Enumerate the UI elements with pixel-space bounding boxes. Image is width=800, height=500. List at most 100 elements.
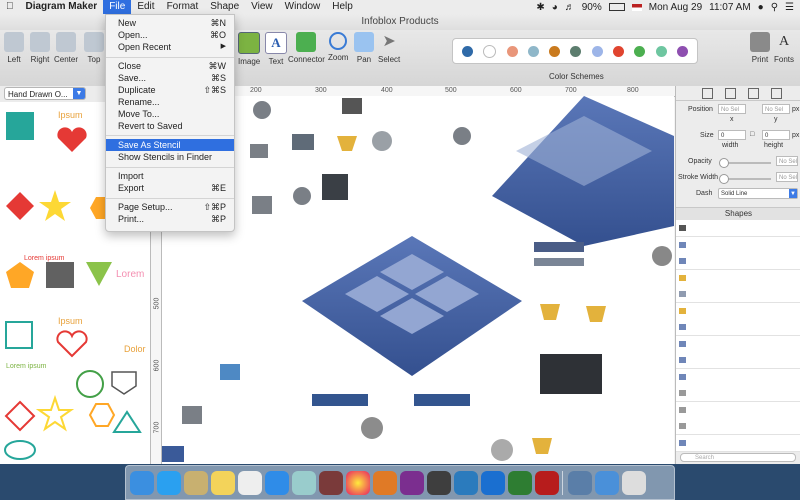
user-icon[interactable]: ● [758, 2, 764, 13]
stencil-select[interactable]: Hand Drawn O... ▼ [4, 87, 86, 100]
tab-fill-icon[interactable] [748, 87, 759, 99]
network-app-icon[interactable] [454, 470, 478, 495]
mindmap-icon[interactable] [508, 470, 532, 495]
size-height-input[interactable]: 0 [762, 130, 790, 140]
battery-icon[interactable] [608, 3, 625, 11]
menu-view[interactable]: View [245, 0, 279, 14]
menu-item-rename[interactable]: Rename... [106, 96, 234, 108]
photos-icon[interactable] [346, 470, 370, 495]
color-swatch-10[interactable] [676, 45, 688, 57]
menu-help[interactable]: Help [326, 0, 359, 14]
opacity-input[interactable]: No Sel [776, 156, 798, 166]
shape-list-item[interactable] [676, 269, 800, 287]
menu-item-move-to[interactable]: Move To... [106, 108, 234, 120]
menu-item-import[interactable]: Import [106, 170, 234, 182]
stroke-input[interactable]: No Sel [776, 172, 798, 182]
shape-list-item[interactable] [676, 434, 800, 452]
spotlight-icon[interactable]: ⚲ [771, 2, 778, 13]
app-menu[interactable]: Diagram Maker [20, 0, 104, 14]
color-swatch-2[interactable] [506, 45, 518, 57]
zoom-tool[interactable]: Zoom [328, 32, 348, 62]
color-swatch-6[interactable] [591, 45, 603, 57]
menu-item-save[interactable]: Save... ⌘S [106, 72, 234, 84]
shape-list-item[interactable] [676, 253, 800, 270]
shape-search-input[interactable]: Search [680, 453, 796, 462]
app-store-icon[interactable] [157, 470, 181, 495]
select-tool[interactable]: ➤ Select [378, 32, 400, 64]
pan-tool[interactable]: Pan [354, 32, 374, 64]
reminders-icon[interactable] [238, 470, 262, 495]
menu-item-show-stencils[interactable]: Show Stencils in Finder [106, 151, 234, 163]
bluetooth-icon[interactable]: ✱ [536, 2, 544, 13]
color-swatch-7[interactable] [612, 45, 624, 57]
align-center-button[interactable]: Center [54, 32, 78, 64]
shape-list-item[interactable] [676, 236, 800, 254]
color-swatch-1[interactable] [483, 44, 497, 58]
shape-list-item[interactable] [676, 220, 800, 237]
print-button[interactable]: Print [750, 32, 770, 64]
xcode-icon[interactable] [481, 470, 505, 495]
color-swatch-5[interactable] [570, 45, 582, 57]
flag-icon[interactable] [631, 3, 642, 11]
tab-style-icon[interactable] [771, 87, 782, 99]
menu-item-revert[interactable]: Revert to Saved [106, 120, 234, 132]
shape-list-item[interactable] [676, 385, 800, 402]
menu-file[interactable]: File [103, 0, 132, 14]
menu-item-export[interactable]: Export ⌘E [106, 182, 234, 194]
color-swatch-4[interactable] [549, 45, 561, 57]
color-swatch-3[interactable] [527, 45, 539, 57]
tab-text-icon[interactable] [725, 87, 736, 99]
menu-item-page-setup[interactable]: Page Setup... ⇧⌘P [106, 201, 234, 213]
position-y-input[interactable]: No Sel [762, 104, 790, 114]
onenote-icon[interactable] [400, 470, 424, 495]
text-tool[interactable]: A Text [265, 32, 287, 66]
mail-icon[interactable] [292, 470, 316, 495]
evernote-icon[interactable] [427, 470, 451, 495]
menu-item-duplicate[interactable]: Duplicate ⇧⌘S [106, 84, 234, 96]
finder-icon[interactable] [130, 470, 154, 495]
align-top-button[interactable]: Top [84, 32, 104, 64]
image-tool[interactable]: Image [238, 32, 260, 66]
notification-icon[interactable]: ☰ [785, 2, 794, 13]
menu-item-close[interactable]: Close ⌘W [106, 60, 234, 72]
align-right-button[interactable]: Right [30, 32, 50, 64]
menu-item-save-as-stencil[interactable]: Save As Stencil [106, 139, 234, 151]
menu-item-new[interactable]: New ⌘N [106, 17, 234, 29]
menu-edit[interactable]: Edit [131, 0, 160, 14]
menu-shape[interactable]: Shape [204, 0, 245, 14]
folder-icon[interactable] [595, 470, 619, 495]
shape-list-item[interactable] [676, 319, 800, 336]
color-swatch-9[interactable] [655, 45, 667, 57]
shape-list-item[interactable] [676, 368, 800, 386]
safari-icon[interactable] [265, 470, 289, 495]
fonts-button[interactable]: A Fonts [774, 32, 794, 64]
menu-window[interactable]: Window [279, 0, 327, 14]
lock-icon[interactable]: □ [750, 131, 754, 138]
shape-list-item[interactable] [676, 335, 800, 353]
trash-icon[interactable] [622, 470, 646, 495]
shape-list-item[interactable] [676, 418, 800, 435]
clock-time[interactable]: 11:07 AM [709, 2, 751, 13]
wifi-icon[interactable]: ◕ [552, 2, 558, 13]
stroke-slider-knob[interactable] [719, 174, 729, 184]
shape-list-item[interactable] [676, 352, 800, 369]
ibooks-icon[interactable] [373, 470, 397, 495]
tab-geometry-icon[interactable] [702, 87, 713, 99]
notes-icon[interactable] [211, 470, 235, 495]
color-swatch-0[interactable] [462, 45, 474, 57]
photo-booth-icon[interactable] [319, 470, 343, 495]
apple-menu-icon[interactable]:  [0, 0, 20, 14]
shape-list-item[interactable] [676, 286, 800, 303]
connector-tool[interactable]: Connector [288, 32, 325, 64]
position-x-input[interactable]: No Sel [718, 104, 746, 114]
size-width-input[interactable]: 0 [718, 130, 746, 140]
dash-select[interactable]: Solid Line ▼ [718, 188, 798, 199]
align-left-button[interactable]: Left [4, 32, 24, 64]
shape-list-item[interactable] [676, 401, 800, 419]
menu-format[interactable]: Format [161, 0, 205, 14]
menu-item-print[interactable]: Print... ⌘P [106, 213, 234, 225]
menu-item-open-recent[interactable]: Open Recent ▶ [106, 41, 234, 53]
downloads-stack-icon[interactable] [568, 470, 592, 495]
preview-icon[interactable] [184, 470, 208, 495]
opacity-slider-knob[interactable] [719, 158, 729, 168]
